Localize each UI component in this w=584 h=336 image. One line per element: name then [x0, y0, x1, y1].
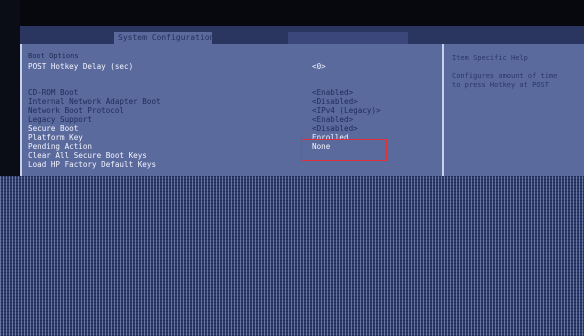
section-label: Boot Options — [28, 52, 79, 60]
monitor-bezel-left — [0, 0, 20, 176]
setting-label: Network Boot Protocol — [28, 106, 125, 115]
setting-row-internal-network-adapter-boot[interactable]: Internal Network Adapter Boot <Disabled> — [28, 97, 438, 106]
help-text-line: to press Hotkey at POST — [452, 81, 549, 89]
setting-label: Clear All Secure Boot Keys — [28, 151, 147, 160]
help-panel: Item Specific Help Configures amount of … — [442, 44, 584, 176]
setting-label: Load HP Factory Default Keys — [28, 160, 157, 169]
setting-label: POST Hotkey Delay (sec) — [28, 62, 134, 71]
setting-label: Pending Action — [28, 142, 93, 151]
setting-label: Platform Key — [28, 133, 83, 142]
setting-row-cd-rom-boot[interactable]: CD-ROM Boot <Enabled> — [28, 88, 438, 97]
setting-row-legacy-support[interactable]: Legacy Support <Enabled> — [28, 115, 438, 124]
setting-value[interactable]: <0> — [312, 62, 326, 71]
tab-bar: System Configuration — [20, 26, 584, 44]
setting-row-secure-boot[interactable]: Secure Boot <Disabled> — [28, 124, 438, 133]
setting-value[interactable]: <Disabled> — [312, 97, 358, 106]
setting-row-post-hotkey-delay[interactable]: POST Hotkey Delay (sec) <0> — [28, 62, 438, 71]
setting-row-load-hp-default-keys[interactable]: Load HP Factory Default Keys — [28, 160, 438, 169]
bios-screen: System Configuration Boot Options POST H… — [20, 26, 584, 176]
settings-panel: Boot Options POST Hotkey Delay (sec) <0>… — [20, 44, 442, 176]
monitor-bezel-top — [0, 0, 584, 26]
red-highlight-box — [301, 139, 387, 161]
setting-value[interactable]: <Enabled> — [312, 88, 353, 97]
setting-label: Legacy Support — [28, 115, 93, 124]
help-text-line: Configures amount of time — [452, 72, 558, 80]
tab-bar-right-segment — [288, 32, 408, 44]
setting-value[interactable]: <Disabled> — [312, 124, 358, 133]
setting-value[interactable]: <Enabled> — [312, 115, 353, 124]
setting-row-network-boot-protocol[interactable]: Network Boot Protocol <IPv4 (Legacy)> — [28, 106, 438, 115]
setting-label: CD-ROM Boot — [28, 88, 79, 97]
tab-system-configuration[interactable]: System Configuration — [114, 32, 212, 44]
help-title: Item Specific Help — [452, 54, 528, 62]
setting-label: Secure Boot — [28, 124, 79, 133]
setting-label: Internal Network Adapter Boot — [28, 97, 161, 106]
screen-glare-noise — [0, 176, 584, 336]
setting-value[interactable]: <IPv4 (Legacy)> — [312, 106, 381, 115]
